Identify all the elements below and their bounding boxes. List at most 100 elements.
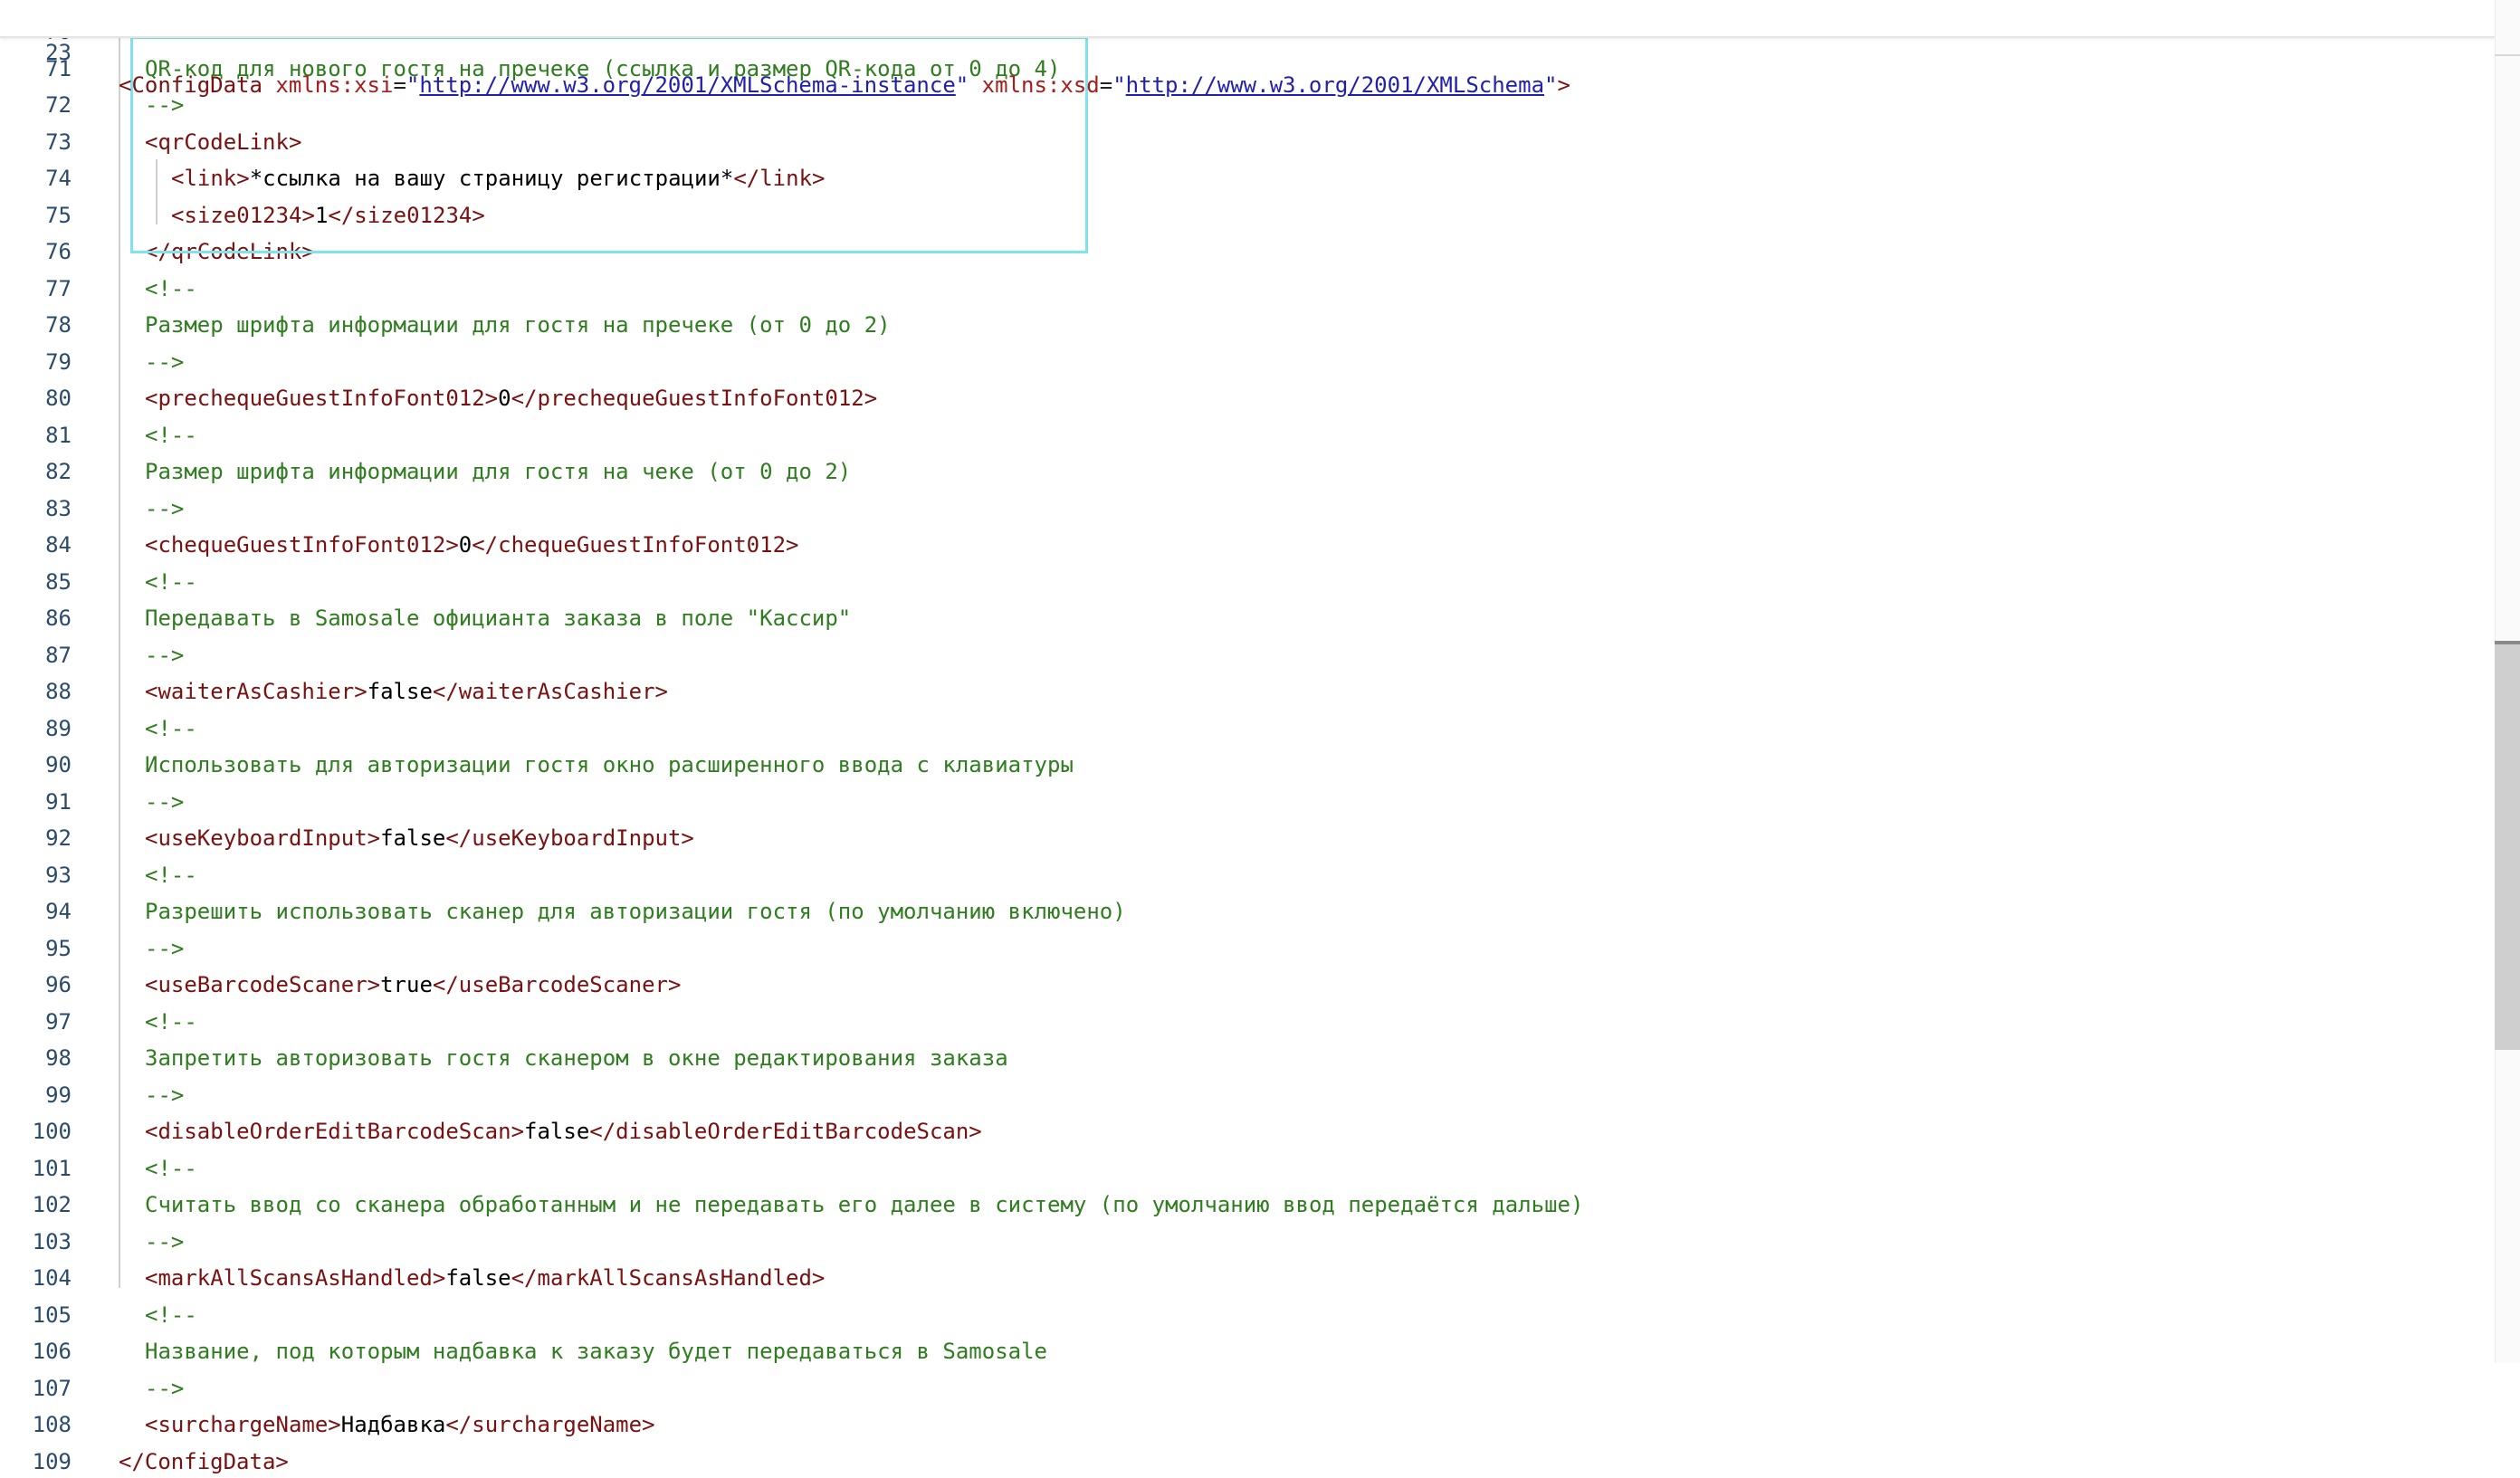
- line-number: 79: [45, 348, 72, 375]
- line-number: 77: [45, 275, 72, 301]
- equals-sign: =: [393, 72, 406, 98]
- xml-value: false: [367, 679, 433, 704]
- line-content: Считать ввод со сканера обработанным и н…: [145, 1188, 1583, 1221]
- line-number: 104: [32, 1265, 72, 1291]
- line-number: 94: [45, 899, 72, 924]
- code-line-104[interactable]: 104 <markAllScansAsHandled>false</markAll…: [0, 1262, 2480, 1294]
- scrollbar-marker: [2495, 54, 2520, 56]
- code-editor[interactable]: 23 <ConfigData xmlns:xsi="http://www.w3.…: [0, 0, 2520, 1474]
- xml-open-tag: <surchargeName>: [145, 1412, 341, 1437]
- comment-text: -->: [145, 642, 185, 668]
- comment-text: Запретить авторизовать гостя сканером в …: [145, 1045, 1008, 1071]
- xml-value: 0: [458, 532, 472, 558]
- line-number: 86: [45, 606, 72, 631]
- xml-close-tag: </surchargeName>: [445, 1412, 655, 1437]
- xsd-link[interactable]: http://www.w3.org/2001/XMLSchema: [1126, 72, 1544, 98]
- code-line-93[interactable]: 93 <!--: [0, 859, 2480, 892]
- line-number: 82: [45, 459, 72, 484]
- code-line-98[interactable]: 98 Запретить авторизовать гостя сканером …: [0, 1042, 2480, 1074]
- xml-open-tag: <useBarcodeScaner>: [145, 972, 381, 997]
- code-line-97[interactable]: 97 <!--: [0, 1006, 2480, 1038]
- code-line-105[interactable]: 105 <!--: [0, 1299, 2480, 1331]
- comment-text: Считать ввод со сканера обработанным и н…: [145, 1192, 1584, 1217]
- line-content: <!--: [145, 1299, 197, 1331]
- code-line-102[interactable]: 102 Считать ввод со сканера обработанным …: [0, 1188, 2480, 1221]
- code-line-88[interactable]: 88 <waiterAsCashier>false</waiterAsCashie…: [0, 675, 2480, 708]
- code-line-89[interactable]: 89 <!--: [0, 712, 2480, 745]
- code-line-100[interactable]: 100 <disableOrderEditBarcodeScan>false</d…: [0, 1115, 2480, 1148]
- xml-close-tag: </useKeyboardInput>: [445, 825, 694, 851]
- code-line-76[interactable]: 76 </qrCodeLink>: [0, 235, 2480, 268]
- line-number: 83: [45, 495, 72, 521]
- line-number: 98: [45, 1045, 72, 1071]
- code-line-73[interactable]: 73 <qrCodeLink>: [0, 126, 2480, 158]
- code-line-108[interactable]: 108 <surchargeName>Надбавка</surchargeNam…: [0, 1408, 2480, 1441]
- code-line-92[interactable]: 92 <useKeyboardInput>false</useKeyboardIn…: [0, 822, 2480, 854]
- line-content: <useBarcodeScaner>true</useBarcodeScaner…: [145, 968, 681, 1001]
- xml-open-tag: <prechequeGuestInfoFont012>: [145, 386, 499, 411]
- code-line-79[interactable]: 79 -->: [0, 346, 2480, 378]
- sticky-scroll-header[interactable]: 23 <ConfigData xmlns:xsi="http://www.w3.…: [0, 0, 2495, 98]
- line-number: 102: [32, 1192, 72, 1217]
- code-line-91[interactable]: 91 -->: [0, 786, 2480, 818]
- scrollbar-thumb[interactable]: [2495, 641, 2520, 1050]
- line-number: 93: [45, 862, 72, 888]
- line-number: 92: [45, 825, 72, 851]
- code-line-23[interactable]: 23 <ConfigData xmlns:xsi="http://www.w3.…: [0, 4, 2480, 98]
- line-content: <!--: [145, 1152, 197, 1185]
- comment-text: -->: [145, 495, 185, 521]
- line-content: <!--: [145, 1006, 197, 1038]
- line-content: -->: [145, 932, 184, 965]
- line-number: 84: [45, 532, 72, 558]
- xml-close-tag: </size01234>: [328, 202, 485, 228]
- code-line-78[interactable]: 78 Размер шрифта информации для гостя на …: [0, 309, 2480, 341]
- code-line-80[interactable]: 80 <prechequeGuestInfoFont012>0</prechequ…: [0, 382, 2480, 415]
- line-number: 95: [45, 935, 72, 961]
- line-content: <disableOrderEditBarcodeScan>false</disa…: [145, 1115, 982, 1148]
- code-line-109[interactable]: 109 </ConfigData>: [0, 1445, 2480, 1478]
- line-number: 108: [32, 1412, 72, 1437]
- code-line-107[interactable]: 107 -->: [0, 1372, 2480, 1405]
- code-line-103[interactable]: 103 -->: [0, 1225, 2480, 1258]
- quote: ": [955, 72, 969, 98]
- xml-open-tag: <useKeyboardInput>: [145, 825, 381, 851]
- code-line-77[interactable]: 77 <!--: [0, 272, 2480, 305]
- code-line-95[interactable]: 95 -->: [0, 932, 2480, 965]
- code-line-96[interactable]: 96 <useBarcodeScaner>true</useBarcodeScan…: [0, 968, 2480, 1001]
- indent-guide-nested: [156, 159, 158, 224]
- line-content: <!--: [145, 566, 197, 598]
- xsi-link[interactable]: http://www.w3.org/2001/XMLSchema-instanc…: [419, 72, 955, 98]
- xml-value: false: [380, 825, 446, 851]
- code-line-74[interactable]: 74 <link>*ссылка на вашу страницу регистр…: [0, 162, 2480, 195]
- code-line-75[interactable]: 75 <size01234>1</size01234>: [0, 199, 2480, 232]
- xsi-attribute: xmlns:xsi: [262, 72, 394, 98]
- line-number: 88: [45, 679, 72, 704]
- code-line-85[interactable]: 85 <!--: [0, 566, 2480, 598]
- xml-value: 1: [314, 202, 329, 228]
- code-line-94[interactable]: 94 Разрешить использовать сканер для авто…: [0, 895, 2480, 928]
- comment-text: Использовать для авторизации гостя окно …: [145, 752, 1074, 777]
- code-line-86[interactable]: 86 Передавать в Samosale официанта заказа…: [0, 602, 2480, 634]
- indent-guide: [119, 36, 120, 1288]
- xml-value: false: [524, 1119, 590, 1144]
- xml-close-tag: </chequeGuestInfoFont012>: [472, 532, 799, 558]
- equals-sign: =: [1099, 72, 1113, 98]
- code-line-90[interactable]: 90 Использовать для авторизации гостя окн…: [0, 749, 2480, 781]
- line-number: 103: [32, 1228, 72, 1254]
- line-number: 75: [45, 202, 72, 228]
- xml-open-tag: <link>: [171, 166, 250, 191]
- code-line-82[interactable]: 82 Размер шрифта информации для гостя на …: [0, 455, 2480, 488]
- line-content: </qrCodeLink>: [145, 235, 315, 268]
- code-line-101[interactable]: 101 <!--: [0, 1152, 2480, 1185]
- line-number: 76: [45, 239, 72, 264]
- line-content: <!--: [145, 712, 197, 745]
- line-number: 23: [45, 40, 72, 65]
- xml-value: true: [380, 972, 433, 997]
- code-line-83[interactable]: 83 -->: [0, 492, 2480, 525]
- code-line-99[interactable]: 99 -->: [0, 1079, 2480, 1111]
- comment-text: -->: [145, 348, 185, 375]
- code-line-81[interactable]: 81 <!--: [0, 419, 2480, 452]
- line-content: -->: [145, 1079, 184, 1111]
- code-line-87[interactable]: 87 -->: [0, 639, 2480, 672]
- code-line-84[interactable]: 84 <chequeGuestInfoFont012>0</chequeGuest…: [0, 529, 2480, 561]
